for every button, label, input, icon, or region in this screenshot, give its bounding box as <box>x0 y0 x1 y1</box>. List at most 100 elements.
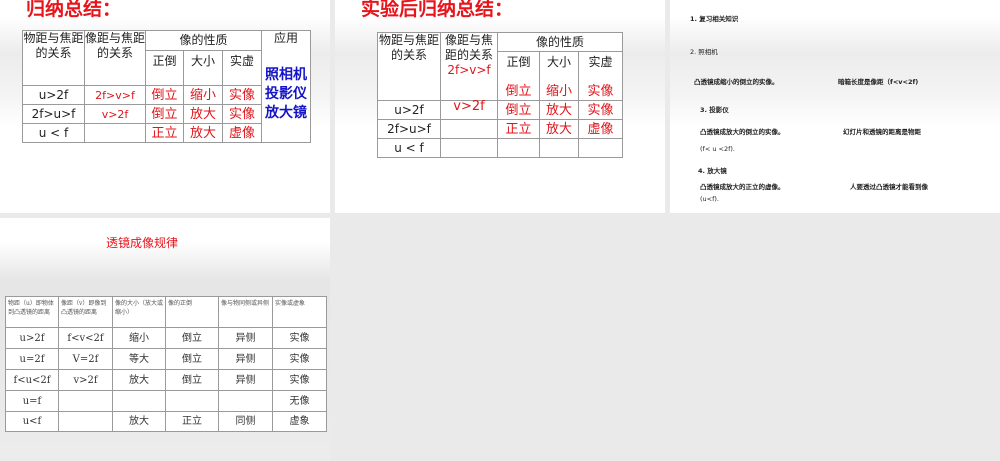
slide-thumbnail-1[interactable]: 归纳总结： 物距与焦距的关系 像距与焦距的关系 像的性质 应用 正倒 大小 实虚… <box>0 0 330 213</box>
cell: u>2f <box>5 327 59 349</box>
cell: 实像 <box>577 100 624 120</box>
header-object-distance: 物距与焦距的关系 <box>377 32 441 101</box>
cell <box>539 138 579 158</box>
cell <box>218 390 273 412</box>
text-line: 1. 复习相关知识 <box>690 15 739 23</box>
cell: 实像 <box>221 104 263 124</box>
cell: 2f>u>f <box>22 104 85 124</box>
table-row: u=f 无像 <box>5 390 327 412</box>
header-image-distance: 像距与焦距的关系 <box>84 30 146 86</box>
answer: 2f>v>f <box>447 63 491 77</box>
app-camera: 照相机 <box>265 66 308 83</box>
cell: 倒立 <box>165 348 219 370</box>
cell: u < f <box>22 123 85 143</box>
cell: 等大 <box>112 348 166 370</box>
cell: 放大 <box>539 100 579 120</box>
table-row: u>2f v>2f 倒立 放大 实像 <box>377 100 624 120</box>
header-object-distance: 物距与焦距的关系 <box>22 30 85 86</box>
text-line: 幻灯片和透镜的距离是物距 <box>843 128 921 136</box>
table-row: u=2f V=2f 等大 倒立 异侧 实像 <box>5 348 327 370</box>
text-line: 凸透镜成放大的正立的虚像。 <box>700 183 785 191</box>
table-row: u>2f f<v<2f 缩小 倒立 异侧 实像 <box>5 327 327 349</box>
slide-thumbnail-4[interactable]: 透镜成像规律 物距（u）即物体到凸透镜的距离 像距（v）即像到凸透镜的距离 像的大小… <box>0 218 330 461</box>
cell: 倒立 <box>145 85 184 105</box>
header-orientation: 正倒 <box>145 50 184 86</box>
text-line: (u<f). <box>700 195 719 203</box>
cell: 放大 <box>112 369 166 391</box>
cell: 正立 <box>497 119 540 139</box>
cell <box>165 390 219 412</box>
header-cell: 像距（v）即像到凸透镜的距离 <box>58 296 113 328</box>
header-cell: 物距（u）即物体到凸透镜的距离 <box>5 296 59 328</box>
summary-table: 物距与焦距的关系 像距与焦距的关系 2f>v>f 像的性质 正倒 倒立 大小 缩小 … <box>377 32 624 158</box>
cell: 虚像 <box>577 119 624 139</box>
header-text: 像距与焦距的关系 <box>445 33 494 62</box>
text-line: 暗箱长度是像距（f<v<2f) <box>838 78 919 86</box>
table-row: f<u<2f v>2f 放大 倒立 异侧 实像 <box>5 369 327 391</box>
slide-title: 实验后归纳总结： <box>361 0 514 20</box>
cell: v>2f <box>440 100 498 120</box>
cell: 放大 <box>183 123 223 143</box>
header-cell: 像的正倒 <box>165 296 219 328</box>
answer: 缩小 <box>545 84 572 99</box>
lens-rules-table: 物距（u）即物体到凸透镜的距离 像距（v）即像到凸透镜的距离 像的大小（放大或缩小）… <box>5 296 327 432</box>
header-real-virtual: 实虚 实像 <box>577 51 624 101</box>
cell <box>112 390 166 412</box>
table-row: u < f <box>377 138 624 158</box>
answer: 倒立 <box>505 84 532 99</box>
header-cell: 像的大小（放大或缩小） <box>112 296 166 328</box>
header-image-nature: 像的性质 <box>496 32 624 52</box>
table-row: u<f 放大 正立 同侧 虚象 <box>5 411 327 432</box>
cell: 缩小 <box>183 85 223 105</box>
text-line: (f< u <2f). <box>700 145 735 153</box>
header-real-virtual: 实虚 <box>221 50 263 86</box>
app-projector: 投影仪 <box>265 85 308 102</box>
cell: 倒立 <box>497 100 540 120</box>
cell: 异侧 <box>218 327 273 349</box>
cell: 放大 <box>539 119 579 139</box>
cell: u>2f <box>22 85 85 105</box>
cell: 虚象 <box>272 411 327 432</box>
header-cell: 像与物同侧或异侧 <box>218 296 273 328</box>
cell <box>58 411 113 432</box>
cell <box>84 123 146 143</box>
answer: 实像 <box>587 84 614 99</box>
header-size: 大小 缩小 <box>539 51 579 101</box>
cell: 正立 <box>165 411 219 432</box>
applications-cell: 照相机 投影仪 放大镜 <box>261 50 312 143</box>
slide-title: 归纳总结： <box>26 0 122 20</box>
cell: V=2f <box>58 348 113 370</box>
cell: 无像 <box>272 390 327 412</box>
text-line: 凸透镜成放大的倒立的实像。 <box>700 128 785 136</box>
cell: 异侧 <box>218 369 273 391</box>
cell: u<f <box>5 411 59 432</box>
header-orientation: 正倒 倒立 <box>497 51 540 101</box>
summary-table: 物距与焦距的关系 像距与焦距的关系 像的性质 应用 正倒 大小 实虚 照相机 投… <box>22 30 312 143</box>
cell: 倒立 <box>165 327 219 349</box>
slide-thumbnail-2[interactable]: 实验后归纳总结： 物距与焦距的关系 像距与焦距的关系 2f>v>f 像的性质 正… <box>335 0 665 213</box>
cell: 2f>v>f <box>84 85 146 105</box>
app-magnifier: 放大镜 <box>265 104 308 121</box>
text-line: 4. 放大镜 <box>698 167 727 175</box>
table-row: 2f>u>f 正立 放大 虚像 <box>377 119 624 139</box>
cell: 同侧 <box>218 411 273 432</box>
cell <box>58 390 113 412</box>
cell: u=2f <box>5 348 59 370</box>
cell <box>577 138 624 158</box>
text-line: 3. 投影仪 <box>700 106 729 114</box>
cell <box>440 138 498 158</box>
header-cell: 实像或虚象 <box>272 296 327 328</box>
cell: 放大 <box>183 104 223 124</box>
cell: u=f <box>5 390 59 412</box>
cell: 实像 <box>221 85 263 105</box>
cell: u>2f <box>377 100 441 120</box>
header-size: 大小 <box>183 50 223 86</box>
cell: v>2f <box>58 369 113 391</box>
slide-thumbnail-3[interactable]: 1. 复习相关知识 2. 照相机 凸透镜成缩小的倒立的实像。 暗箱长度是像距（f… <box>670 0 1000 213</box>
cell: 虚像 <box>221 123 263 143</box>
cell: 放大 <box>112 411 166 432</box>
cell: u < f <box>377 138 441 158</box>
header-application: 应用 <box>261 30 312 51</box>
cell: 2f>u>f <box>377 119 441 139</box>
header-text: 大小 <box>546 55 571 69</box>
